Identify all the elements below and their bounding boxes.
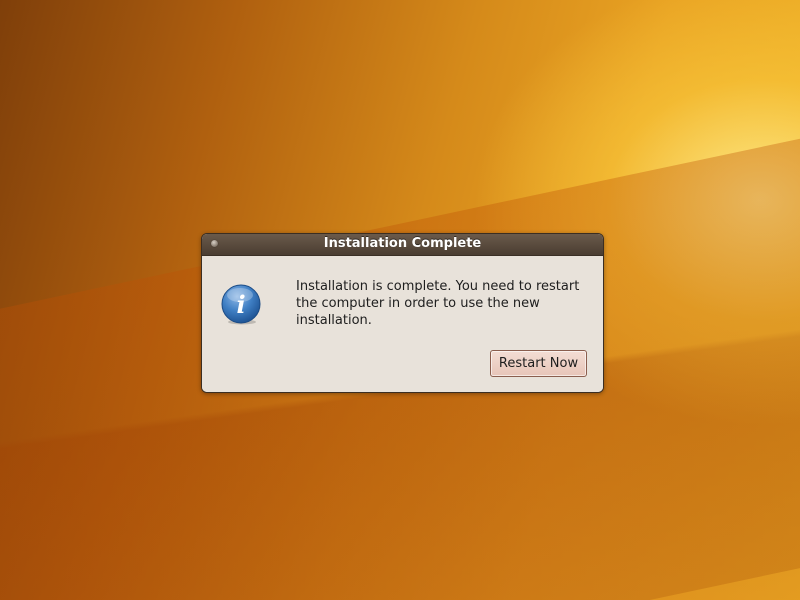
dialog-message: Installation is complete. You need to re… [296, 279, 580, 328]
info-icon: i [221, 284, 261, 325]
restart-now-button[interactable]: Restart Now [490, 350, 587, 377]
dialog-title: Installation Complete [323, 236, 482, 251]
dialog-content: i Installation is complete. You need to … [202, 256, 603, 392]
installation-complete-dialog: Installation Complete i Installation is … [201, 233, 604, 393]
dialog-titlebar[interactable]: Installation Complete [202, 234, 603, 256]
svg-text:i: i [236, 290, 245, 319]
